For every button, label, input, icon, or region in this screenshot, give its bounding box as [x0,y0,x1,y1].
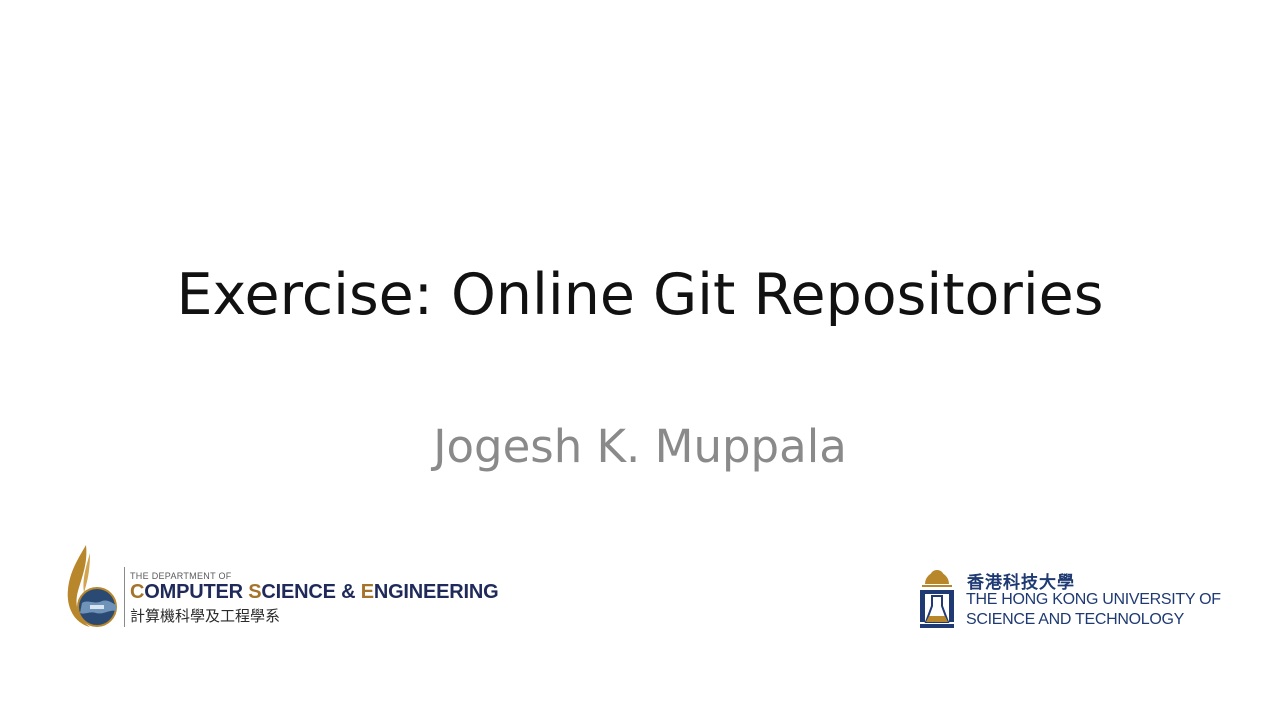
cse-name-cap-e: E [360,581,374,603]
hkust-english-line1: THE HONG KONG UNIVERSITY OF [966,591,1221,608]
slide: Exercise: Online Git Repositories Jogesh… [0,0,1280,720]
cse-name-rest-e: NGINEERING [373,581,499,603]
slide-subtitle: Jogesh K. Muppala [433,420,847,473]
hkust-emblem-icon [920,570,954,628]
hkust-logo: 香港科技大學 THE HONG KONG UNIVERSITY OF SCIEN… [918,566,1238,632]
cse-name-cap-s: S [248,581,262,603]
cse-dept-prefix: THE DEPARTMENT OF [130,571,232,581]
cse-name-rest-c: OMPUTER [144,581,249,603]
cse-emblem-icon [67,545,117,627]
hkust-english-line2: SCIENCE AND TECHNOLOGY [966,611,1185,628]
slide-title: Exercise: Online Git Repositories [176,262,1104,328]
cse-department-logo: THE DEPARTMENT OF COMPUTER SCIENCE & ENG… [64,545,499,630]
cse-divider [124,567,125,627]
cse-name-rest-s: CIENCE & [261,581,361,603]
cse-dept-name: COMPUTER SCIENCE & ENGINEERING [130,581,499,604]
hkust-chinese-name: 香港科技大學 [967,573,1075,593]
cse-chinese-name: 計算機科學及工程學系 [130,607,281,625]
cse-name-cap-c: C [130,581,145,603]
